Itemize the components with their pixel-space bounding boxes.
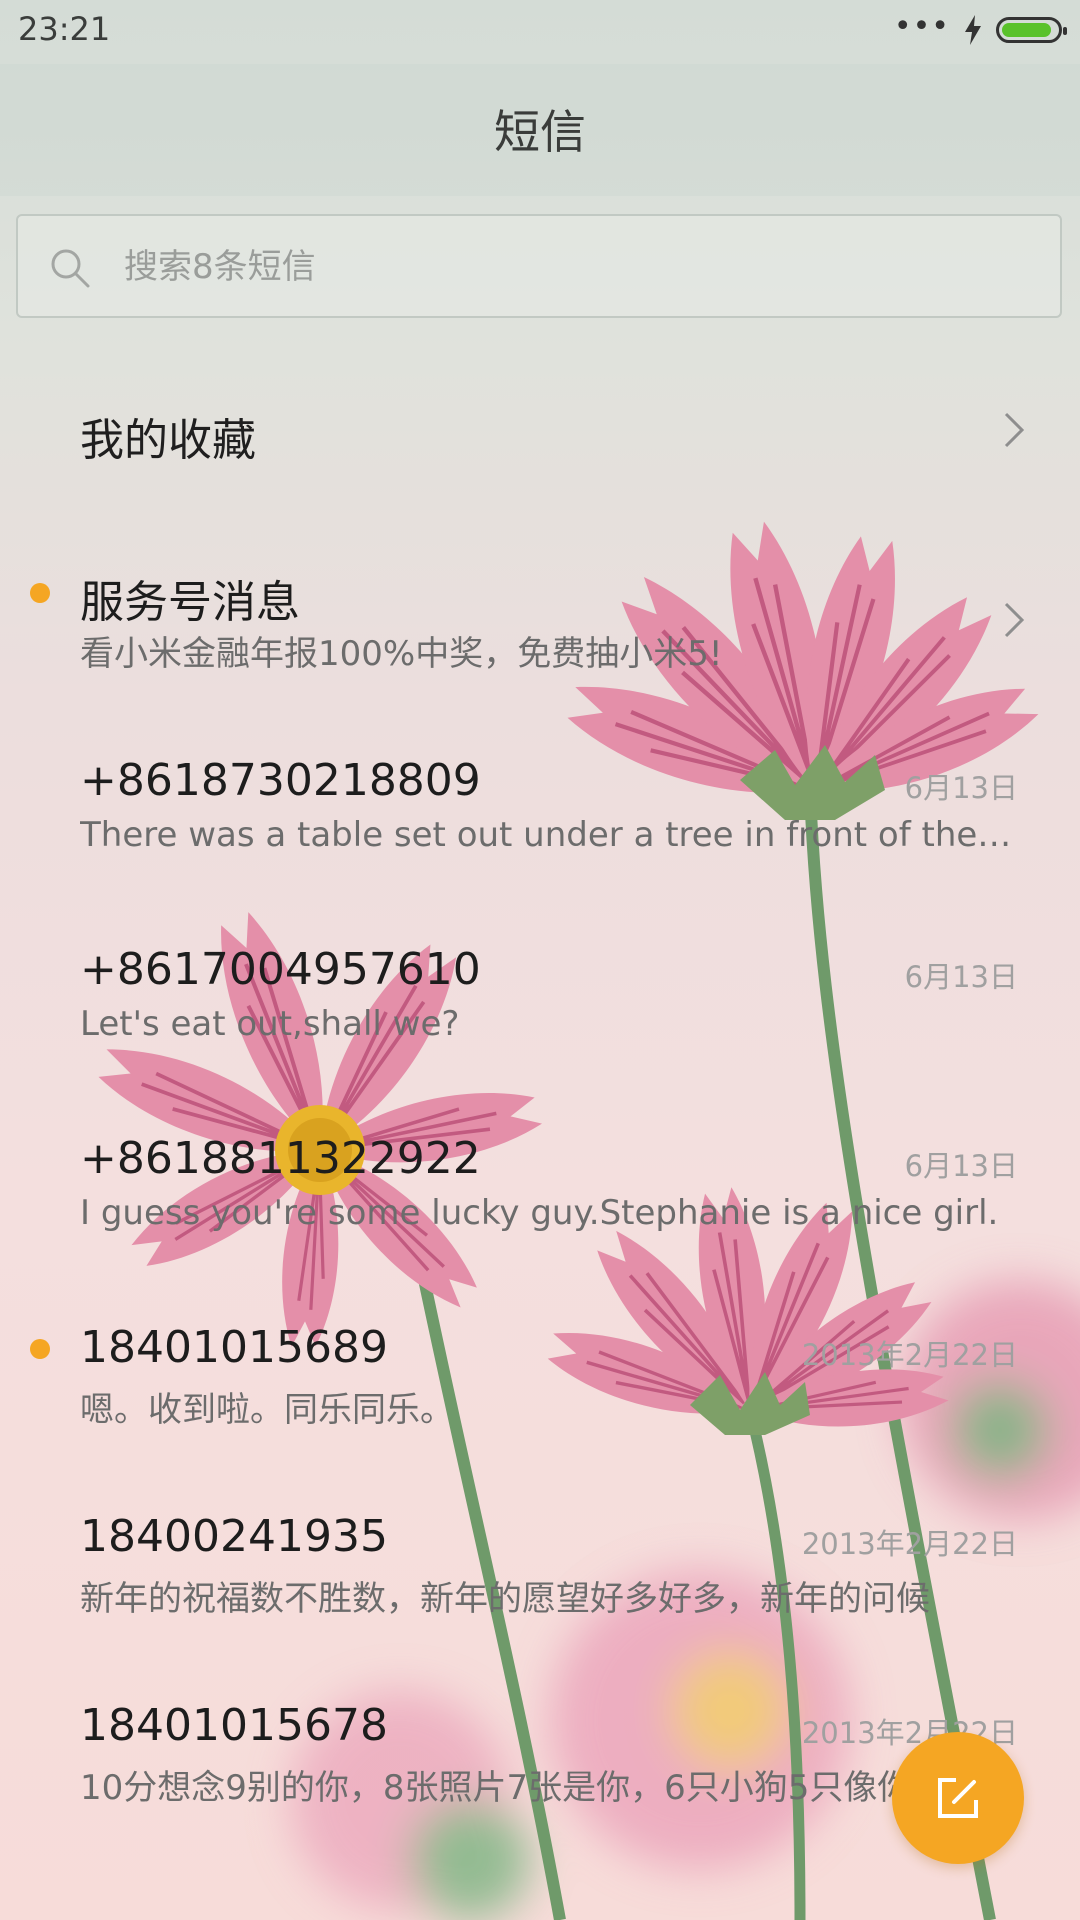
conversation-row[interactable]: 18401015689 2013年2月22日 嗯。收到啦。同乐同乐。: [0, 1308, 1080, 1497]
compose-button[interactable]: [892, 1732, 1024, 1864]
conversation-sender: 18401015678: [80, 1700, 388, 1751]
conversation-date: 6月13日: [904, 960, 1018, 994]
charging-bolt-icon: [965, 15, 981, 45]
search-input[interactable]: [122, 234, 1026, 300]
unread-dot: [30, 583, 50, 603]
conversation-preview: 看小米金融年报100%中奖，免费抽小米5!: [80, 634, 723, 674]
compose-icon: [938, 1778, 978, 1818]
conversation-preview: There was a table set out under a tree i…: [80, 815, 1012, 855]
conversation-date: 6月13日: [904, 1149, 1018, 1183]
conversation-list: 服务号消息 看小米金融年报100%中奖，免费抽小米5! +86187302188…: [0, 552, 1080, 1875]
conversation-row[interactable]: 服务号消息 看小米金融年报100%中奖，免费抽小米5!: [0, 552, 1080, 741]
search-bar[interactable]: [16, 214, 1062, 318]
search-icon: [51, 249, 90, 288]
conversation-row[interactable]: +8618811322922 6月13日 I guess you're some…: [0, 1119, 1080, 1308]
conversation-preview: 新年的祝福数不胜数，新年的愿望好多好多，新年的问候: [80, 1579, 930, 1619]
status-bar: 23:21 •••: [0, 0, 1080, 64]
conversation-date: 2013年2月22日: [801, 1338, 1018, 1372]
conversation-sender: +8617004957610: [80, 944, 481, 995]
conversation-row[interactable]: 18400241935 2013年2月22日 新年的祝福数不胜数，新年的愿望好多…: [0, 1497, 1080, 1686]
conversation-preview: Let's eat out,shall we?: [80, 1004, 460, 1044]
battery-level: [1002, 23, 1051, 37]
conversation-sender: +8618811322922: [80, 1133, 481, 1184]
status-time: 23:21: [18, 10, 111, 48]
app-header: 短信: [0, 64, 1080, 196]
chevron-right-icon: [1004, 412, 1025, 448]
battery-tip: [1063, 27, 1067, 35]
battery-icon: [996, 17, 1067, 43]
conversation-date: 6月13日: [904, 771, 1018, 805]
unread-dot: [30, 1339, 50, 1359]
conversation-row[interactable]: +8617004957610 6月13日 Let's eat out,shall…: [0, 930, 1080, 1119]
conversation-preview: 10分想念9别的你，8张照片7张是你，6只小狗5只像你: [80, 1768, 912, 1808]
favorites-row[interactable]: 我的收藏: [0, 370, 1080, 490]
conversation-preview: I guess you're some lucky guy.Stephanie …: [80, 1193, 999, 1233]
conversation-date: 2013年2月22日: [801, 1527, 1018, 1561]
more-dots-icon: •••: [893, 9, 950, 44]
conversation-sender: 服务号消息: [80, 577, 300, 628]
favorites-label: 我的收藏: [80, 415, 256, 466]
conversation-sender: 18401015689: [80, 1322, 388, 1373]
conversation-row[interactable]: +8618730218809 6月13日 There was a table s…: [0, 741, 1080, 930]
conversation-sender: +8618730218809: [80, 755, 481, 806]
status-icons: •••: [893, 9, 1067, 46]
conversation-preview: 嗯。收到啦。同乐同乐。: [80, 1390, 454, 1430]
conversation-sender: 18400241935: [80, 1511, 388, 1562]
page-title: 短信: [494, 105, 586, 159]
